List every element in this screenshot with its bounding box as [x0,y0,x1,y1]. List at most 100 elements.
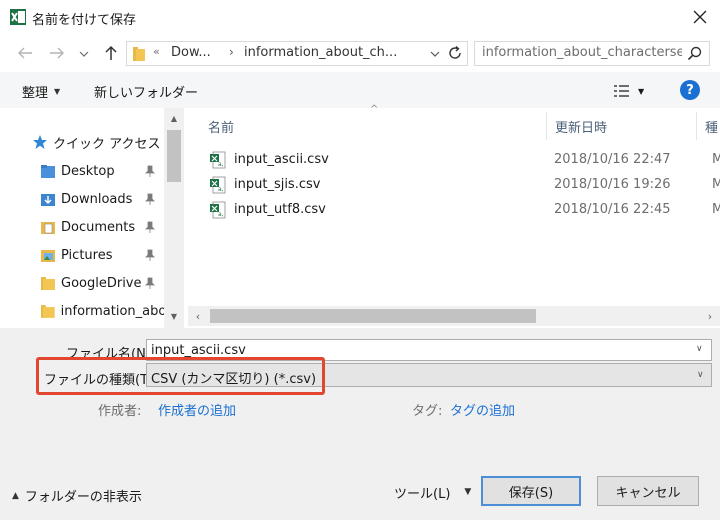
new-folder-button[interactable]: 新しいフォルダー [86,80,206,102]
file-type: M [712,177,720,192]
back-button[interactable] [12,40,38,66]
file-date: 2018/10/16 22:45 [554,202,671,217]
nav-item-label: GoogleDrive [61,275,142,291]
scroll-thumb[interactable] [167,130,181,182]
address-segment-downloads[interactable]: Dow... [171,45,211,60]
nav-item-googledrive[interactable]: GoogleDrive [0,270,164,296]
refresh-button[interactable] [447,45,463,61]
help-button[interactable]: ? [680,80,700,100]
file-type: M [712,152,720,167]
search-input[interactable]: information_about_characterse... [474,41,710,66]
hide-folders-button[interactable]: ▲ フォルダーの非表示 [12,486,142,505]
cancel-label: キャンセル [615,485,681,501]
csv-file-icon: a, [210,176,226,194]
nav-item-label: information_abo [60,303,164,319]
nav-item-label: Documents [61,219,136,235]
horizontal-scrollbar[interactable]: ‹ › [188,306,720,326]
help-icon: ? [686,82,694,98]
nav-item-desktop[interactable]: Desktop [0,158,164,184]
pin-icon[interactable] [144,193,156,205]
address-dropdown-button[interactable] [429,48,441,60]
chevron-down-icon [430,51,440,57]
pin-icon[interactable] [144,277,156,289]
nav-item-pictures[interactable]: Pictures [0,242,164,268]
arrow-left-icon [18,47,32,59]
nav-item-label: Pictures [61,247,113,263]
scroll-down-icon[interactable]: ▼ [164,308,184,324]
authors-label: 作成者: [98,404,142,419]
search-placeholder: information_about_characterse... [482,45,682,60]
chevron-down-icon[interactable]: ∨ [696,344,703,354]
nav-quick-access-label: クイック アクセス [53,136,161,152]
organize-button[interactable]: 整理 ▼ [14,80,68,102]
pin-icon[interactable] [144,221,156,233]
filetype-label: ファイルの種類(T): [44,373,158,388]
arrow-right-icon [50,47,64,59]
add-tag-link[interactable]: タグの追加 [450,400,515,419]
file-date: 2018/10/16 22:47 [554,152,671,167]
column-header-name[interactable]: 名前 [200,112,540,140]
caret-down-icon: ▼ [54,86,61,96]
excel-app-icon [10,9,26,25]
address-segment-current[interactable]: information_about_ch... [244,45,397,60]
nav-item-documents[interactable]: Documents [0,214,164,240]
tags-label: タグ: [412,404,443,419]
view-options-button[interactable]: ▼ [614,80,654,102]
recent-locations-button[interactable] [76,44,92,62]
svg-text:a,: a, [218,211,224,218]
file-row[interactable]: a, input_ascii.csv 2018/10/16 22:47 M [200,148,720,172]
save-label: 保存(S) [508,485,554,501]
column-header-date[interactable]: 更新日時 [546,112,696,140]
chevron-down-icon [79,51,89,57]
nav-scrollbar[interactable]: ▲ ▼ [164,108,184,328]
file-type: M [712,202,720,217]
close-button[interactable] [680,2,720,32]
pictures-folder-icon [41,250,55,262]
svg-text:a,: a, [218,161,224,168]
pin-icon[interactable] [144,249,156,261]
tools-button[interactable]: ツール(L) ▼ [394,482,471,502]
svg-text:a,: a, [218,186,224,193]
tools-label: ツール(L) [394,486,451,502]
organize-label: 整理 [22,85,49,101]
file-row[interactable]: a, input_sjis.csv 2018/10/16 19:26 M [200,173,720,197]
new-folder-label: 新しいフォルダー [94,85,199,101]
scroll-up-icon[interactable]: ▲ [164,110,184,126]
column-headers: 名前 更新日時 種 [188,112,720,140]
address-overflow[interactable]: « [153,45,160,58]
downloads-folder-icon [41,194,55,206]
file-row[interactable]: a, input_utf8.csv 2018/10/16 22:45 M [200,198,720,222]
filetype-select[interactable]: CSV (カンマ区切り) (*.csv) ∨ [146,363,712,387]
folder-icon [41,277,55,290]
column-header-type[interactable]: 種 [696,112,720,140]
add-author-link[interactable]: 作成者の追加 [158,400,236,419]
scroll-left-icon[interactable]: ‹ [188,306,208,326]
cancel-button[interactable]: キャンセル [597,476,699,506]
close-icon [693,10,707,24]
chevron-down-icon: ∨ [697,370,704,380]
nav-item-information-folder[interactable]: information_abo [0,298,164,324]
nav-quick-access[interactable]: クイック アクセス [0,129,164,155]
csv-file-icon: a, [210,201,226,219]
file-name: input_utf8.csv [234,202,326,217]
save-button[interactable]: 保存(S) [481,476,581,506]
scroll-right-icon[interactable]: › [700,306,720,326]
documents-folder-icon [41,222,55,234]
filename-label: ファイル名(N): [66,347,156,362]
scroll-thumb[interactable] [210,309,536,323]
filename-input[interactable] [146,339,712,361]
address-bar[interactable]: « Dow... › information_about_ch... [126,41,468,66]
nav-item-downloads[interactable]: Downloads [0,186,164,212]
nav-item-label: Downloads [61,191,133,207]
csv-file-icon: a, [210,151,226,169]
address-separator[interactable]: › [229,45,234,59]
file-name: input_ascii.csv [234,152,329,167]
up-button[interactable] [98,40,124,66]
folder-icon [132,46,146,62]
pin-icon[interactable] [144,165,156,177]
forward-button[interactable] [44,40,70,66]
refresh-icon [449,45,461,59]
filetype-value: CSV (カンマ区切り) (*.csv) [151,372,317,387]
caret-down-icon: ▼ [638,86,645,96]
desktop-folder-icon [41,165,55,178]
